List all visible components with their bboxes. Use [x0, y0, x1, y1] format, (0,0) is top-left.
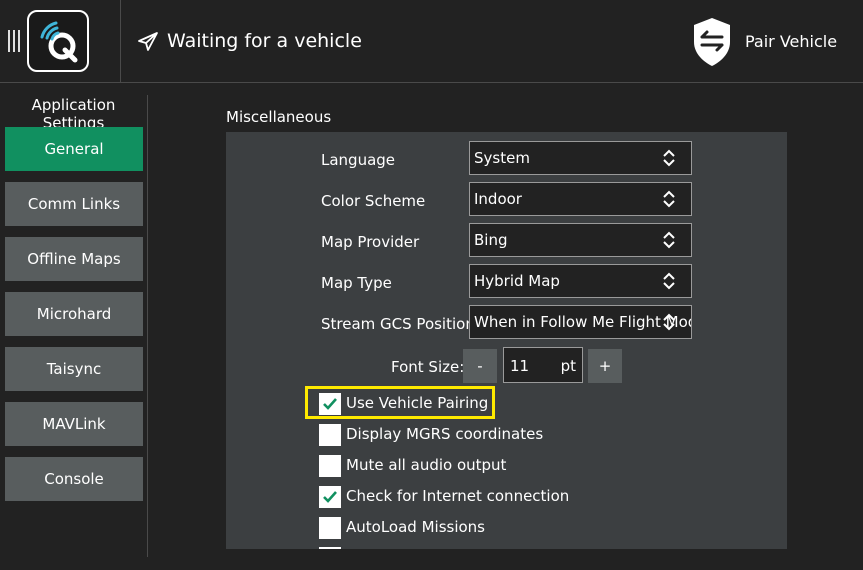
font-size-increment-button[interactable]: + — [588, 349, 622, 383]
checkbox-label: Mute all audio output — [346, 456, 507, 474]
sidebar-item-console[interactable]: Console — [5, 457, 143, 501]
color-scheme-select[interactable]: Indoor — [469, 182, 692, 216]
chevron-up-down-icon — [663, 231, 675, 249]
checkbox-box[interactable] — [319, 517, 341, 539]
font-size-unit: pt — [560, 357, 576, 375]
vehicle-status-text: Waiting for a vehicle — [167, 30, 362, 52]
chevron-up-down-icon — [663, 313, 675, 331]
toolbar-divider — [120, 0, 121, 82]
sidebar-item-mavlink[interactable]: MAVLink — [5, 402, 143, 446]
next-checkbox-partial[interactable] — [319, 547, 341, 549]
color-scheme-label: Color Scheme — [321, 192, 426, 210]
color-scheme-value: Indoor — [474, 190, 522, 208]
check-icon — [323, 491, 337, 503]
sidebar-item-microhard[interactable]: Microhard — [5, 292, 143, 336]
toolbar: Waiting for a vehicle Pair Vehicle — [0, 0, 863, 83]
font-size-input[interactable]: 11 pt — [503, 347, 583, 383]
map-provider-select[interactable]: Bing — [469, 223, 692, 257]
checkbox-box[interactable] — [319, 424, 341, 446]
menu-handle-icon[interactable] — [8, 30, 20, 52]
qgc-logo-icon[interactable] — [27, 10, 89, 72]
checkbox-box[interactable] — [319, 486, 341, 508]
font-size-value: 11 — [510, 357, 530, 375]
highlight-box — [305, 386, 495, 419]
sidebar-divider — [147, 95, 148, 557]
checkbox-label: AutoLoad Missions — [346, 518, 485, 536]
stream-gcs-position-select[interactable]: When in Follow Me Flight Mode — [469, 305, 692, 339]
language-select[interactable]: System — [469, 141, 692, 175]
language-value: System — [474, 149, 530, 167]
sidebar-item-offline-maps[interactable]: Offline Maps — [5, 237, 143, 281]
sidebar-item-comm-links[interactable]: Comm Links — [5, 182, 143, 226]
language-label: Language — [321, 151, 396, 169]
checkbox-label: Display MGRS coordinates — [346, 425, 544, 443]
map-type-value: Hybrid Map — [474, 272, 560, 290]
stream-gcs-position-value: When in Follow Me Flight Mode — [474, 313, 692, 331]
stream-gcs-position-label: Stream GCS Position — [321, 315, 475, 333]
map-type-select[interactable]: Hybrid Map — [469, 264, 692, 298]
font-size-decrement-button[interactable]: - — [463, 349, 497, 383]
paper-plane-icon — [137, 31, 159, 57]
checkbox-box[interactable] — [319, 455, 341, 477]
checkbox-label: Check for Internet connection — [346, 487, 570, 505]
pair-vehicle-button[interactable]: Pair Vehicle — [745, 32, 837, 52]
chevron-up-down-icon — [663, 149, 675, 167]
font-size-label: Font Size: — [391, 358, 465, 376]
chevron-up-down-icon — [663, 272, 675, 290]
section-title: Miscellaneous — [226, 108, 332, 126]
chevron-up-down-icon — [663, 190, 675, 208]
map-type-label: Map Type — [321, 274, 392, 292]
shield-arrows-icon[interactable] — [690, 16, 734, 72]
map-provider-label: Map Provider — [321, 233, 420, 251]
map-provider-value: Bing — [474, 231, 508, 249]
sidebar-item-general[interactable]: General — [5, 127, 143, 171]
sidebar-item-taisync[interactable]: Taisync — [5, 347, 143, 391]
